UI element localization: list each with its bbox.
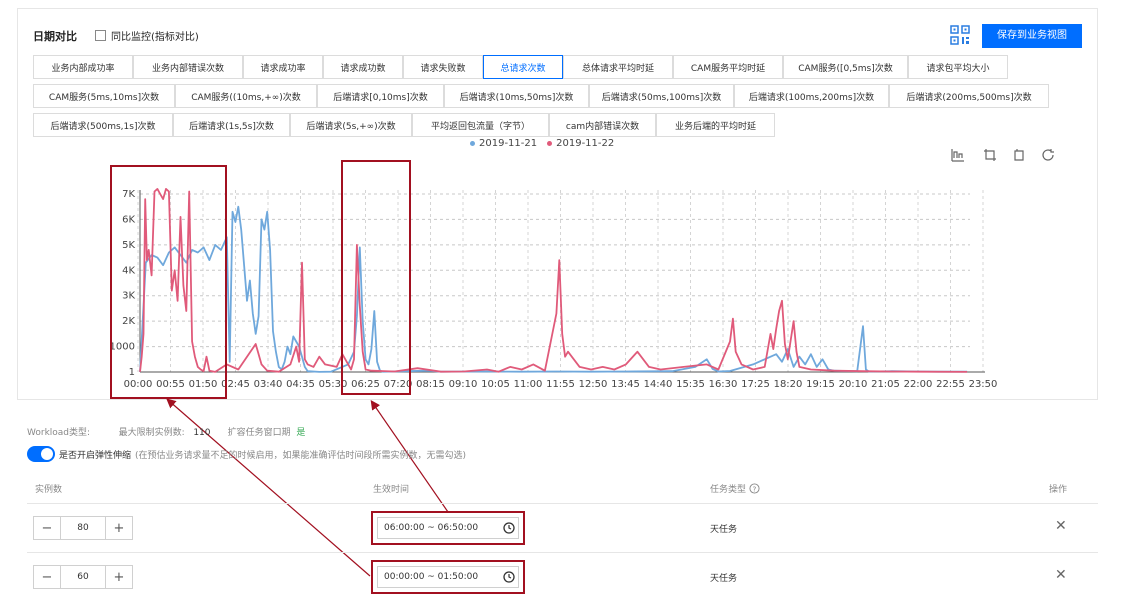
close-icon[interactable]: ✕: [1055, 567, 1067, 583]
task-type: 天任务: [710, 574, 738, 584]
decrement-button[interactable]: −: [34, 566, 60, 588]
workload-info: Workload类型: 最大限制实例数: 110 扩容任务窗口期 是: [27, 425, 305, 438]
max-instances-value: 110: [193, 428, 211, 438]
clock-icon: [503, 571, 515, 583]
col-type: 任务类型 ?: [710, 482, 760, 495]
time-range-picker[interactable]: 00:00:00 ~ 01:50:00: [371, 560, 525, 594]
metric-tab[interactable]: 总请求次数: [483, 55, 563, 79]
workload-type-label: Workload类型:: [27, 428, 91, 438]
instance-stepper[interactable]: − 60 +: [33, 565, 133, 589]
svg-text:?: ?: [753, 484, 757, 493]
close-icon[interactable]: ✕: [1055, 518, 1067, 534]
clock-icon: [503, 522, 515, 534]
decrement-button[interactable]: −: [34, 517, 60, 539]
instance-stepper[interactable]: − 80 +: [33, 516, 133, 540]
time-range-value[interactable]: 00:00:00 ~ 01:50:00: [384, 572, 478, 582]
increment-button[interactable]: +: [106, 566, 132, 588]
time-range-value[interactable]: 06:00:00 ~ 06:50:00: [384, 523, 478, 533]
col-time: 生效时间: [373, 485, 410, 495]
elastic-toggle-row: 是否开启弹性伸缩 (在预估业务请求量不足的时候启用，如果能准确评估时间段所需实例…: [27, 446, 466, 462]
elastic-toggle[interactable]: [27, 446, 55, 462]
elastic-label: 是否开启弹性伸缩: [59, 450, 132, 461]
col-ops: 操作: [1049, 485, 1068, 495]
help-icon[interactable]: ?: [749, 483, 760, 494]
increment-button[interactable]: +: [106, 517, 132, 539]
divider: [27, 552, 1098, 553]
window-label: 扩容任务窗口期: [227, 428, 291, 438]
window-value: 是: [296, 428, 306, 438]
instance-value[interactable]: 80: [60, 517, 106, 539]
annotation-arrows: [166, 398, 449, 577]
col-instances: 实例数: [35, 485, 63, 495]
instance-value[interactable]: 60: [60, 566, 106, 588]
max-instances-label: 最大限制实例数:: [118, 428, 185, 438]
task-type: 天任务: [710, 525, 738, 535]
time-range-picker[interactable]: 06:00:00 ~ 06:50:00: [371, 511, 525, 545]
divider: [27, 503, 1098, 504]
elastic-note: (在预估业务请求量不足的时候启用，如果能准确评估时间段所需实例数，无需勾选): [135, 450, 467, 461]
